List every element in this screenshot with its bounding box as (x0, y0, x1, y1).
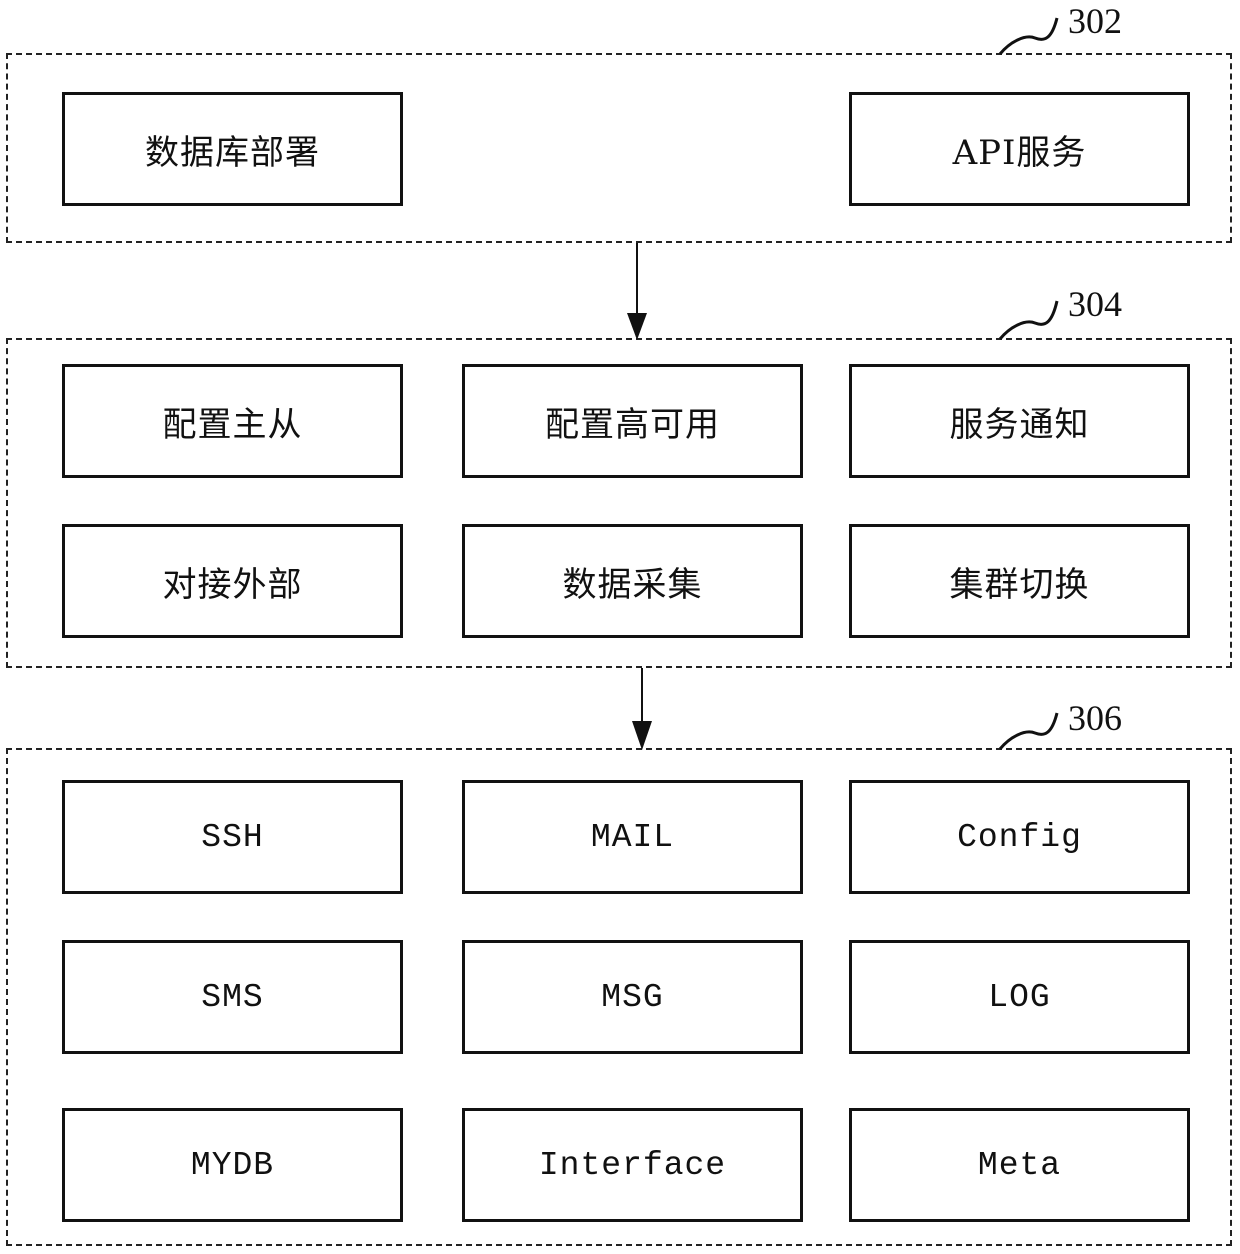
arrow-302-to-304 (627, 243, 647, 340)
leader-squiggle-304 (998, 300, 1059, 340)
leader-squiggle-306 (998, 712, 1059, 750)
leader-squiggle-302 (998, 17, 1059, 55)
arrow-304-to-306 (632, 668, 652, 750)
connectors (627, 17, 1059, 750)
arrowhead-icon (627, 313, 647, 340)
arrowhead-icon (632, 721, 652, 750)
